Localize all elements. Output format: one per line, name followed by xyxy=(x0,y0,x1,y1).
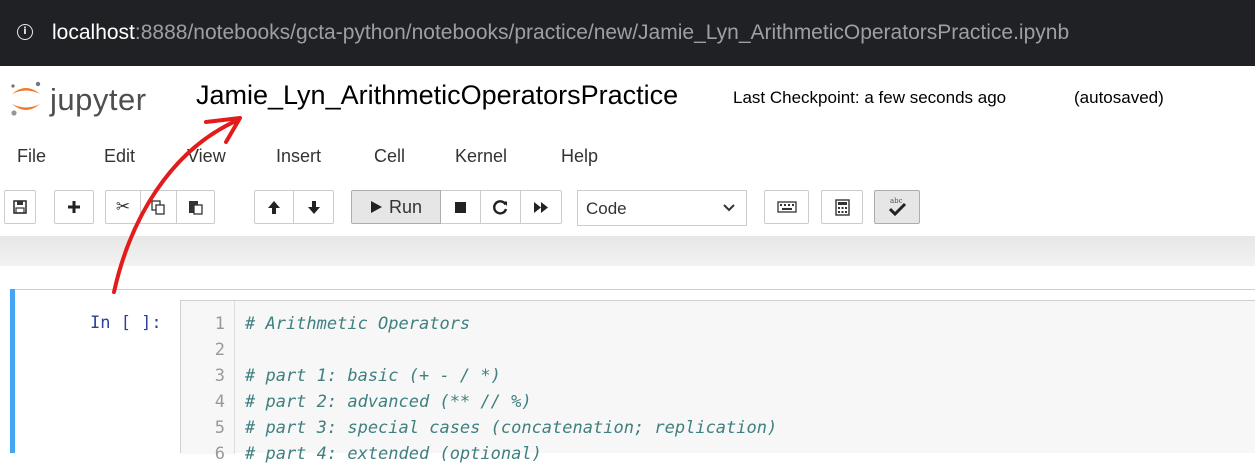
menu-insert[interactable]: Insert xyxy=(276,146,321,167)
keyboard-icon xyxy=(776,201,797,213)
code-comment: # part 2: advanced (** // %) xyxy=(245,392,532,412)
menu-bar: File Edit View Insert Cell Kernel Help xyxy=(0,138,1255,178)
plus-icon xyxy=(68,201,80,213)
menu-view[interactable]: View xyxy=(187,146,226,167)
move-down-button[interactable] xyxy=(294,190,334,224)
line-number: 2 xyxy=(214,340,225,360)
code-comment: # part 1: basic (+ - / *) xyxy=(245,366,501,386)
notebook-header: jupyter Jamie_Lyn_ArithmeticOperatorsPra… xyxy=(0,66,1255,130)
menu-file[interactable]: File xyxy=(17,146,46,167)
code-line[interactable]: 4 # part 2: advanced (** // %) xyxy=(181,389,1255,415)
arrow-down-icon xyxy=(307,200,320,214)
input-prompt: In [ ]: xyxy=(90,313,162,333)
add-cell-button[interactable] xyxy=(54,190,94,224)
line-number: 5 xyxy=(214,418,225,438)
command-palette-button[interactable] xyxy=(764,190,809,224)
cell-border xyxy=(15,289,1255,290)
play-icon xyxy=(370,201,382,213)
menu-cell[interactable]: Cell xyxy=(374,146,405,167)
code-comment: # Arithmetic Operators xyxy=(245,314,471,334)
code-line[interactable]: 2 xyxy=(181,337,1255,363)
line-number: 1 xyxy=(214,314,225,334)
line-number: 3 xyxy=(214,366,225,386)
cell-type-value: Code xyxy=(586,199,627,218)
arrow-up-icon xyxy=(268,200,280,214)
logo-text: jupyter xyxy=(50,82,147,117)
spellcheck-icon: abc xyxy=(888,197,907,217)
code-line[interactable]: 1 # Arithmetic Operators xyxy=(181,311,1255,337)
interrupt-button[interactable] xyxy=(441,190,481,224)
info-icon[interactable]: i xyxy=(17,24,33,40)
save-button[interactable] xyxy=(4,190,36,224)
selected-cell-indicator xyxy=(10,289,15,453)
fast-forward-icon xyxy=(534,201,548,213)
menu-edit[interactable]: Edit xyxy=(104,146,135,167)
url-path: :8888/notebooks/gcta-python/notebooks/pr… xyxy=(134,21,1070,44)
menu-kernel[interactable]: Kernel xyxy=(455,146,507,167)
copy-button[interactable] xyxy=(141,190,177,224)
code-cell[interactable]: In [ ]: 1 # Arithmetic Operators 2 3 # p… xyxy=(10,289,1255,464)
move-up-button[interactable] xyxy=(254,190,294,224)
toolbar: ✂ Run Code abc xyxy=(0,184,1255,232)
copy-icon xyxy=(151,199,165,215)
run-label: Run xyxy=(388,196,423,217)
save-icon xyxy=(13,200,27,214)
chevron-down-icon xyxy=(723,204,735,212)
cut-icon: ✂ xyxy=(115,197,131,216)
calculator-button[interactable] xyxy=(821,190,863,224)
svg-text:abc: abc xyxy=(890,197,903,205)
restart-kernel-button[interactable] xyxy=(481,190,521,224)
spellcheck-button[interactable]: abc xyxy=(874,190,920,224)
calculator-icon xyxy=(834,198,850,216)
code-editor[interactable]: 1 # Arithmetic Operators 2 3 # part 1: b… xyxy=(180,300,1255,464)
run-all-button[interactable] xyxy=(521,190,562,224)
line-number: 4 xyxy=(214,392,225,412)
stop-icon xyxy=(455,201,466,213)
code-line[interactable]: 3 # part 1: basic (+ - / *) xyxy=(181,363,1255,389)
toolbar-divider-strip xyxy=(0,236,1255,266)
cell-type-select[interactable]: Code xyxy=(577,190,747,226)
checkpoint-status: Last Checkpoint: a few seconds ago xyxy=(733,88,1007,107)
code-comment: # part 3: special cases (concatenation; … xyxy=(245,418,778,438)
code-line[interactable]: 6 # part 4: extended (optional) xyxy=(181,441,1255,467)
notebook-title[interactable]: Jamie_Lyn_ArithmeticOperatorsPractice xyxy=(196,80,678,111)
paste-icon xyxy=(189,201,203,215)
jupyter-logo[interactable]: jupyter xyxy=(8,76,178,120)
line-number: 6 xyxy=(214,444,225,464)
cut-button[interactable]: ✂ xyxy=(105,190,141,224)
browser-address-bar[interactable]: i localhost:8888/notebooks/gcta-python/n… xyxy=(0,0,1255,66)
paste-button[interactable] xyxy=(177,190,215,224)
menu-help[interactable]: Help xyxy=(561,146,598,167)
code-comment: # part 4: extended (optional) xyxy=(245,444,542,464)
jupyter-logo-icon xyxy=(11,81,41,116)
run-button[interactable]: Run xyxy=(351,190,441,224)
code-line[interactable]: 5 # part 3: special cases (concatenation… xyxy=(181,415,1255,441)
restart-icon xyxy=(493,199,508,215)
autosave-status: (autosaved) xyxy=(1074,88,1164,107)
url-host: localhost xyxy=(52,21,135,44)
url-text[interactable]: localhost:8888/notebooks/gcta-python/not… xyxy=(52,19,1069,47)
